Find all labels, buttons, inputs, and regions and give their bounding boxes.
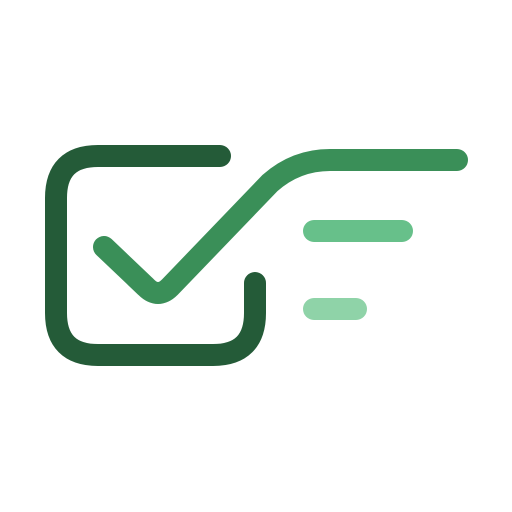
logo-canvas <box>0 0 512 512</box>
checklist-logo-icon <box>45 145 468 366</box>
checkbox-outline-icon <box>45 145 266 366</box>
